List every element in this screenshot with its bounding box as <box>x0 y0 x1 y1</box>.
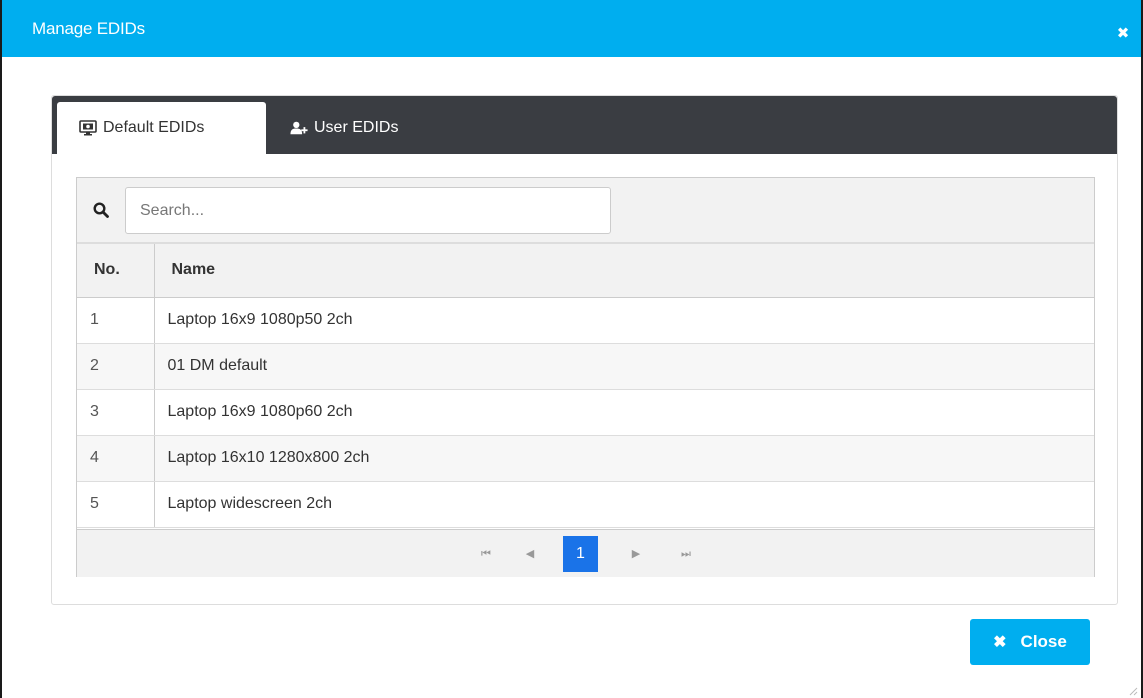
add-user-icon <box>290 121 308 135</box>
close-button-label: Close <box>1020 632 1067 651</box>
close-icon: ✖ <box>993 634 1007 651</box>
tab-bar: Default EDIDs User EDIDs <box>52 96 1117 154</box>
edid-table-container: No. Name 1 Laptop 16x9 1080p50 2ch 2 01 … <box>76 177 1095 577</box>
row-number: 3 <box>77 389 155 436</box>
row-number: 4 <box>77 435 155 482</box>
search-bar <box>77 178 1094 244</box>
row-name: Laptop 16x9 1080p60 2ch <box>154 389 1094 436</box>
dialog-title: Manage EDIDs <box>32 19 145 38</box>
next-page-icon[interactable]: ▶ <box>625 543 647 565</box>
column-header-name[interactable]: Name <box>154 244 1094 298</box>
table-row[interactable]: 3 Laptop 16x9 1080p60 2ch <box>77 389 1094 436</box>
table-row[interactable]: 1 Laptop 16x9 1080p50 2ch <box>77 297 1094 344</box>
edid-table: No. Name 1 Laptop 16x9 1080p50 2ch 2 01 … <box>77 244 1094 528</box>
pagination: ⏮ ◀ 1 ▶ ⏭ <box>77 529 1094 577</box>
dialog-titlebar: Manage EDIDs ✖ <box>2 0 1141 57</box>
resize-grip-icon[interactable] <box>1128 686 1138 696</box>
close-button[interactable]: ✖ Close <box>970 619 1090 665</box>
row-name: 01 DM default <box>154 343 1094 390</box>
tab-user-edids[interactable]: User EDIDs <box>290 102 398 154</box>
table-row[interactable]: 5 Laptop widescreen 2ch <box>77 481 1094 528</box>
table-header-row: No. Name <box>77 244 1094 298</box>
close-icon[interactable]: ✖ <box>1115 26 1131 42</box>
tab-default-edids[interactable]: Default EDIDs <box>57 102 266 154</box>
monitor-icon <box>79 120 97 136</box>
row-number: 2 <box>77 343 155 390</box>
current-page-button[interactable]: 1 <box>563 536 598 572</box>
column-header-no[interactable]: No. <box>77 244 155 298</box>
prev-page-icon[interactable]: ◀ <box>519 543 541 565</box>
search-icon <box>93 202 109 218</box>
edid-panel: Default EDIDs User EDIDs Search... No. N… <box>51 95 1118 605</box>
row-name: Laptop widescreen 2ch <box>154 481 1094 528</box>
table-row[interactable]: 4 Laptop 16x10 1280x800 2ch <box>77 435 1094 482</box>
table-row[interactable]: 2 01 DM default <box>77 343 1094 390</box>
first-page-icon[interactable]: ⏮ <box>475 543 497 565</box>
row-name: Laptop 16x9 1080p50 2ch <box>154 297 1094 344</box>
row-number: 5 <box>77 481 155 528</box>
row-name: Laptop 16x10 1280x800 2ch <box>154 435 1094 482</box>
search-input[interactable] <box>125 187 611 234</box>
row-number: 1 <box>77 297 155 344</box>
tab-user-edids-label: User EDIDs <box>314 119 399 136</box>
manage-edids-dialog: Manage EDIDs ✖ Default EDIDs User EDIDs … <box>0 0 1143 698</box>
tab-default-edids-label: Default EDIDs <box>103 119 205 136</box>
last-page-icon[interactable]: ⏭ <box>675 543 697 565</box>
